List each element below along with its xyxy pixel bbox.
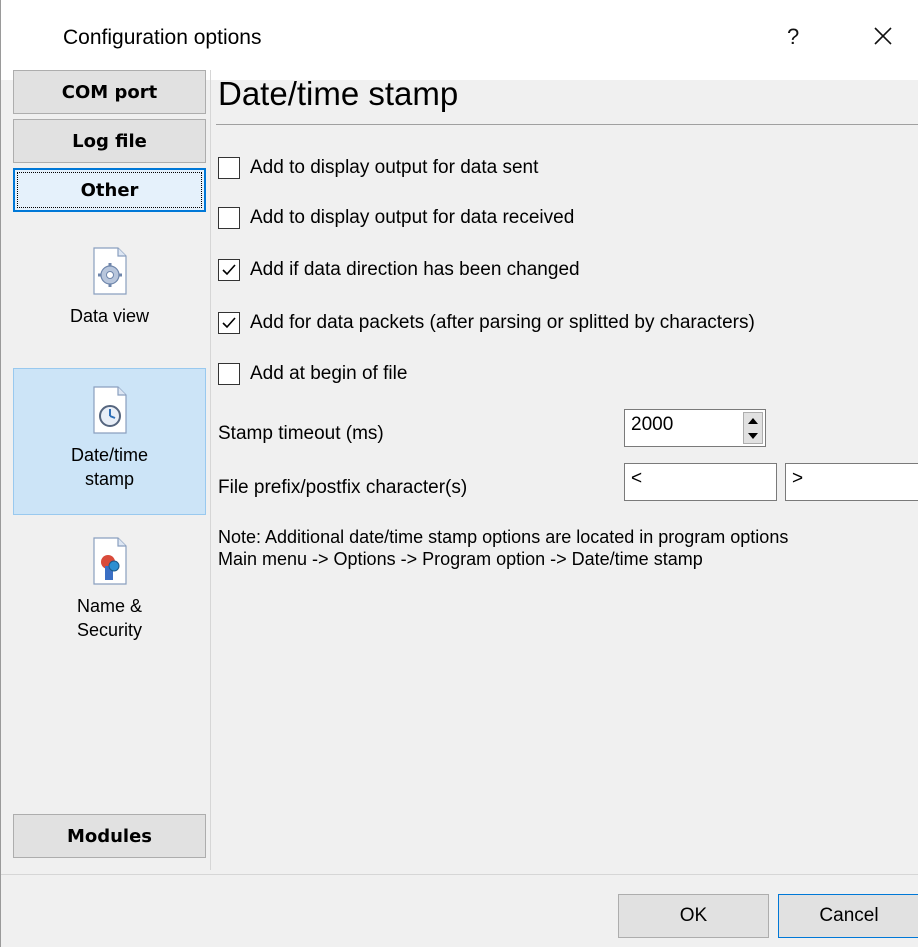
help-button[interactable]: ?	[787, 24, 799, 50]
title-divider	[216, 124, 918, 125]
spin-down-icon[interactable]	[744, 428, 762, 443]
checkbox-box[interactable]	[218, 259, 240, 281]
nav-item-name-security[interactable]: Name & Security	[13, 528, 206, 658]
close-icon[interactable]	[869, 22, 897, 50]
prefix-postfix-label: File prefix/postfix character(s)	[218, 477, 468, 498]
checkmark-icon	[222, 264, 236, 276]
checkbox-begin-of-file[interactable]: Add at begin of file	[218, 361, 407, 387]
checkbox-label: Add to display output for data sent	[250, 157, 539, 178]
note-text: Note: Additional date/time stamp options…	[218, 526, 788, 570]
nav-item-label: Date/time stamp	[70, 445, 149, 489]
pane-divider	[210, 70, 211, 870]
file-postfix-value: >	[792, 468, 804, 489]
file-prefix-value: <	[631, 468, 643, 489]
file-prefix-input[interactable]: <	[624, 463, 777, 501]
checkbox-box[interactable]	[218, 363, 240, 385]
title-bar: Configuration options ?	[1, 0, 918, 80]
gear-document-icon	[92, 247, 127, 295]
checkbox-label: Add to display output for data received	[250, 207, 575, 228]
nav-item-label: Data view	[69, 306, 150, 326]
checkmark-icon	[222, 317, 236, 329]
checkbox-data-sent[interactable]: Add to display output for data sent	[218, 155, 538, 181]
nav-item-label: Name & Security	[76, 596, 143, 640]
checkbox-box[interactable]	[218, 312, 240, 334]
window-title: Configuration options	[63, 26, 262, 49]
file-postfix-input[interactable]: >	[785, 463, 918, 501]
nav-com-port-button[interactable]: COM port	[13, 70, 206, 114]
checkbox-box[interactable]	[218, 157, 240, 179]
nav-other-button[interactable]: Other	[13, 168, 206, 212]
stamp-timeout-spinner[interactable]	[743, 412, 763, 444]
checkbox-label: Add if data direction has been changed	[250, 259, 580, 280]
nav-item-data-view[interactable]: Data view	[13, 242, 206, 352]
nav-modules-button[interactable]: Modules	[13, 814, 206, 858]
stamp-timeout-value: 2000	[631, 414, 674, 435]
checkbox-data-received[interactable]: Add to display output for data received	[218, 205, 574, 231]
note-line-2: Main menu -> Options -> Program option -…	[218, 549, 703, 569]
spin-up-icon[interactable]	[744, 413, 762, 428]
footer-divider	[1, 874, 918, 875]
clock-document-icon	[92, 386, 127, 434]
nav-log-file-button[interactable]: Log file	[13, 119, 206, 163]
navigation-pane: COM port Log file Other Data view Date/t…	[9, 70, 211, 870]
checkbox-label: Add for data packets (after parsing or s…	[250, 312, 755, 333]
security-document-icon	[92, 537, 127, 585]
nav-item-date-time-stamp[interactable]: Date/time stamp	[13, 368, 206, 515]
note-line-1: Note: Additional date/time stamp options…	[218, 527, 789, 547]
checkbox-data-packets[interactable]: Add for data packets (after parsing or s…	[218, 310, 755, 336]
ok-button[interactable]: OK	[618, 894, 769, 938]
cancel-button[interactable]: Cancel	[778, 894, 918, 938]
checkbox-direction-changed[interactable]: Add if data direction has been changed	[218, 257, 580, 283]
checkbox-label: Add at begin of file	[250, 363, 408, 384]
page-title: Date/time stamp	[218, 75, 459, 112]
checkbox-box[interactable]	[218, 207, 240, 229]
stamp-timeout-label: Stamp timeout (ms)	[218, 423, 384, 444]
configuration-dialog: Configuration options ? COM port Log fil…	[0, 0, 918, 947]
